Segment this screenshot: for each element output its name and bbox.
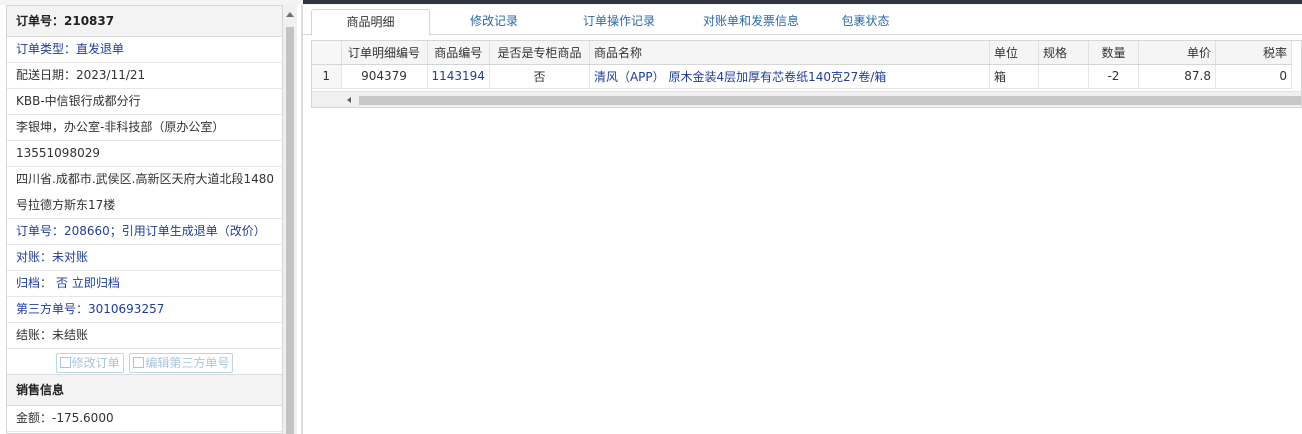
spec-cell — [1038, 64, 1089, 89]
counter-item-cell: 否 — [489, 64, 590, 89]
order-type-value: 直发退单 — [76, 42, 125, 56]
edit-icon — [59, 357, 71, 368]
column-header[interactable]: 单位 — [989, 41, 1039, 65]
tab-bar: 商品明细 修改记录 订单操作记录 对账单和发票信息 包裹状态 — [303, 5, 1302, 36]
edit-icon — [133, 357, 145, 368]
left-panel-scrollbar[interactable] — [283, 5, 297, 434]
column-header[interactable]: 税率 — [1215, 41, 1292, 65]
column-header[interactable]: 商品名称 — [589, 41, 990, 65]
tab-product-details[interactable]: 商品明细 — [311, 9, 430, 36]
tab-order-operation-log[interactable]: 订单操作记录 — [565, 9, 673, 35]
unit-cell: 箱 — [989, 64, 1039, 89]
order-type-row: 订单类型：直发退单 — [7, 37, 282, 63]
sales-amount: 金额：-175.6000 — [7, 406, 282, 432]
sales-info-title: 销售信息 — [7, 375, 282, 406]
scrollbar-thumb[interactable] — [286, 27, 294, 434]
archive-row: 归档：否 立即归档 — [7, 271, 282, 297]
column-header[interactable]: 单价 — [1138, 41, 1216, 65]
edit-order-button[interactable]: 修改订单 — [55, 353, 124, 373]
price-cell: 87.8 — [1138, 64, 1216, 89]
tab-package-status[interactable]: 包裹状态 — [823, 9, 908, 35]
product-id-link[interactable]: 1143194 — [427, 64, 490, 89]
row-number: 1 — [312, 64, 342, 89]
scroll-left-icon[interactable] — [347, 97, 351, 103]
address-line-1: 四川省.成都市.武侯区.高新区天府大道北段1480 — [16, 172, 274, 186]
action-buttons: 修改订单 编辑第三方单号 — [7, 349, 282, 375]
top-dark-bar — [303, 0, 1302, 4]
order-type-label: 订单类型： — [16, 42, 77, 56]
scroll-up-icon[interactable] — [286, 12, 294, 17]
tab-modification-log[interactable]: 修改记录 — [444, 9, 544, 35]
edit-third-party-label: 编辑第三方单号 — [145, 356, 230, 370]
order-info-panel: 订单号：210837 订单类型：直发退单 配送日期：2023/11/21 KBB… — [6, 5, 283, 434]
third-party-number: 第三方单号：3010693257 — [7, 297, 282, 323]
table-row[interactable]: 1 904379 1143194 否 清风（APP） 原木金装4层加厚有芯卷纸1… — [312, 64, 1292, 89]
archive-label: 归档： — [16, 276, 53, 290]
row-number-header — [312, 41, 342, 65]
detail-id-cell: 904379 — [341, 64, 428, 89]
settlement-status: 结账：未结账 — [7, 323, 282, 349]
phone-number: 13551098029 — [7, 141, 282, 167]
column-header[interactable]: 是否是专柜商品 — [489, 41, 590, 65]
source-order: 订单号：208660；引用订单生成退单（改价） — [7, 219, 282, 245]
archive-link[interactable]: 否 立即归档 — [56, 276, 120, 290]
grid-horizontal-scrollbar[interactable] — [312, 91, 1301, 107]
customer-name: KBB-中信银行成都分行 — [7, 89, 282, 115]
table-header-row: 订单明细编号 商品编号 是否是专柜商品 商品名称 单位 规格 数量 单价 税率 — [312, 41, 1292, 65]
column-header[interactable]: 数量 — [1088, 41, 1139, 65]
edit-third-party-button[interactable]: 编辑第三方单号 — [129, 353, 234, 373]
address-line-2: 号拉德方斯东17楼 — [7, 193, 282, 219]
tab-statement-invoice[interactable]: 对账单和发票信息 — [686, 9, 816, 35]
delivery-date: 配送日期：2023/11/21 — [7, 63, 282, 89]
column-header[interactable]: 订单明细编号 — [341, 41, 428, 65]
quantity-cell: -2 — [1088, 64, 1139, 89]
contact-person: 李银坤，办公室-非科技部（原办公室） — [7, 115, 282, 141]
product-table: 订单明细编号 商品编号 是否是专柜商品 商品名称 单位 规格 数量 单价 税率 … — [312, 41, 1292, 89]
column-header[interactable]: 商品编号 — [427, 41, 490, 65]
panel-divider[interactable] — [301, 5, 303, 434]
scrollbar-thumb[interactable] — [359, 96, 1301, 105]
product-detail-grid: 订单明细编号 商品编号 是否是专柜商品 商品名称 单位 规格 数量 单价 税率 … — [311, 40, 1302, 108]
edit-order-label: 修改订单 — [71, 356, 120, 370]
reconcile-status: 对账：未对账 — [7, 245, 282, 271]
order-number-title: 订单号：210837 — [7, 6, 282, 37]
column-header[interactable]: 规格 — [1038, 41, 1089, 65]
tax-cell: 0 — [1215, 64, 1292, 89]
product-name-link[interactable]: 清风（APP） 原木金装4层加厚有芯卷纸140克27卷/箱 — [589, 64, 990, 89]
